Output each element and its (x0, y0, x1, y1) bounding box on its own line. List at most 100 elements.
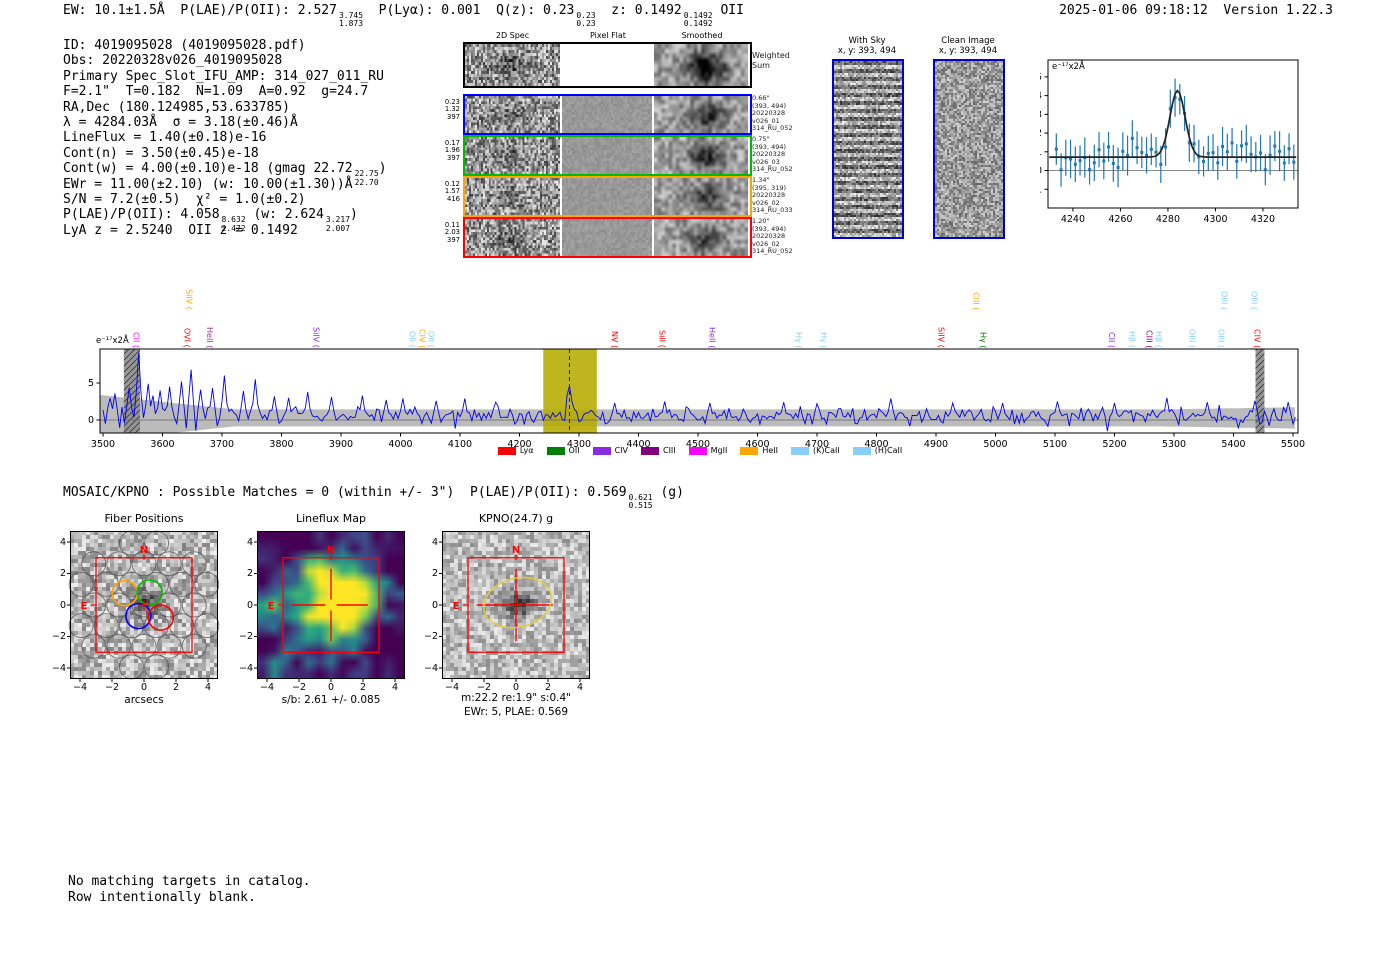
fiber-circle (107, 634, 131, 658)
fiber-circle (107, 552, 131, 576)
stacked-fraction: 3.2172.007 (326, 216, 350, 233)
line-fit-inset-chart: 42404260428043004320−1012345e⁻¹⁷x2Å (1040, 50, 1345, 228)
inset-ylabel: e⁻¹⁷x2Å (1052, 60, 1085, 72)
fiber-circle (195, 572, 219, 596)
info-line: P(LAE)/P(OII): 4.0588.6322.472 (w: 2.624… (63, 207, 387, 222)
spec2d-row-left-label: 0.112.03397 (428, 222, 460, 244)
spec2d-2d-image (465, 178, 560, 215)
detection-info-block: ID: 4019095028 (4019095028.pdf)Obs: 2022… (63, 38, 387, 238)
info-line: λ = 4284.03Å σ = 3.18(±0.46)Å (63, 115, 387, 130)
legend-item: OII (547, 446, 580, 455)
y-tick-label: 0 (229, 600, 253, 611)
y-tick-label: −4 (414, 663, 438, 674)
spec2d-smoothed-image (654, 219, 748, 256)
stacked-fraction: 0.230.23 (576, 12, 595, 29)
col-header-smoothed: Smoothed (655, 31, 749, 40)
legend-item: (H)CaII (853, 446, 902, 455)
x-tick-label: −2 (100, 682, 124, 693)
data-point (1088, 168, 1091, 171)
fiber-circle (145, 655, 169, 679)
x-tick-label: −4 (255, 682, 279, 693)
legend-swatch (547, 447, 565, 455)
x-tick-label: 5500 (1281, 439, 1305, 450)
x-tick-label: 2 (351, 682, 375, 693)
x-tick-label: −4 (68, 682, 92, 693)
data-point (1136, 146, 1139, 149)
data-point (1264, 168, 1267, 171)
legend-item: CIV (593, 446, 628, 455)
fiber-circle (119, 655, 143, 679)
kpno-title: KPNO(24.7) g (434, 512, 598, 525)
data-point (1121, 150, 1124, 153)
x-tick-label: 5400 (1221, 439, 1245, 450)
y-tick-label: 5 (88, 378, 94, 389)
data-point (1164, 146, 1167, 149)
y-tick-label: −4 (229, 663, 253, 674)
compass-north-label: N (512, 545, 520, 556)
compass-north-label: N (140, 545, 148, 556)
legend-swatch (853, 447, 871, 455)
footer-note-2: Row intentionally blank. (68, 890, 256, 905)
info-line: Cont(w) = 4.00(±0.10)e-18 (gmag 22.7222.… (63, 161, 387, 176)
spec2d-row-right-label: 1.34"(395, 319)20220328v026_02314_RU_033 (752, 177, 798, 215)
data-point (1235, 160, 1238, 163)
legend-label: OII (569, 446, 580, 455)
info-line: S/N = 7.2(±0.5) χ² = 1.0(±0.2) (63, 192, 387, 207)
info-line: Obs: 20220328v026_4019095028 (63, 53, 387, 68)
y-tick-label: −2 (42, 631, 66, 642)
legend-item: MgII (689, 446, 728, 455)
y-tick-label: 2 (1040, 128, 1042, 139)
spec2d-smoothed-image (654, 137, 748, 174)
y-tick-label: 0 (42, 600, 66, 611)
spec2d-smoothed-image (654, 44, 748, 86)
data-point (1269, 154, 1272, 157)
legend-label: HeII (762, 446, 778, 455)
stacked-fraction: 22.7522.70 (355, 170, 379, 187)
data-point (1155, 151, 1158, 154)
data-point (1226, 150, 1229, 153)
spec2d-2d-image (465, 96, 560, 133)
y-tick-label: −1 (1040, 184, 1042, 195)
y-tick-label: 4 (229, 537, 253, 548)
spec2d-2d-image (465, 44, 560, 86)
info-line: LineFlux = 1.40(±0.18)e-16 (63, 130, 387, 145)
data-point (1259, 151, 1262, 154)
error-band (100, 395, 1295, 433)
data-point (1074, 163, 1077, 166)
spec2d-row (463, 217, 752, 258)
legend-item: (K)CaII (791, 446, 840, 455)
data-point (1117, 166, 1120, 169)
x-tick-label: 4260 (1108, 214, 1132, 225)
fiber-circle (182, 552, 206, 576)
compass-north-label: N (327, 545, 335, 556)
data-point (1093, 161, 1096, 164)
with-sky-title: With Sky x, y: 393, 494 (822, 36, 912, 56)
emission-line-label: SiIV ( (184, 289, 192, 310)
spec2d-row-right-label: WeightedSum (752, 51, 798, 70)
spec2d-row-left-label: 0.121.57416 (428, 181, 460, 203)
legend-label: Lyα (520, 446, 534, 455)
info-line: F=2.1" T=0.182 N=1.09 A=0.92 g=24.7 (63, 84, 387, 99)
fiber-circle (82, 634, 106, 658)
legend-swatch (740, 447, 758, 455)
y-tick-label: −2 (229, 631, 253, 642)
spec2d-pixelflat-image (562, 137, 652, 174)
header-summary-line: EW: 10.1±1.5Å P(LAE)/P(OII): 2.5273.7451… (63, 3, 744, 29)
x-tick-label: 2 (164, 682, 188, 693)
y-tick-label: 5 (1040, 72, 1042, 83)
spec2d-row (463, 135, 752, 176)
x-tick-label: 0 (319, 682, 343, 693)
info-line: ID: 4019095028 (4019095028.pdf) (63, 38, 387, 53)
mosaic-kpno-match-line: MOSAIC/KPNO : Possible Matches = 0 (with… (63, 485, 684, 511)
y-tick-label: 1 (1040, 147, 1042, 158)
info-line: RA,Dec (180.124985,53.633785) (63, 100, 387, 115)
legend-swatch (498, 447, 516, 455)
fiber-circle (82, 552, 106, 576)
data-point (1079, 159, 1082, 162)
compass-east-label: E (453, 601, 460, 612)
spec2d-pixelflat-blank (562, 44, 652, 86)
spec2d-row-left-label: 0.171.96397 (428, 140, 460, 162)
y-tick-label: −4 (42, 663, 66, 674)
data-point (1216, 161, 1219, 164)
y-tick-label: 0 (1040, 166, 1042, 177)
